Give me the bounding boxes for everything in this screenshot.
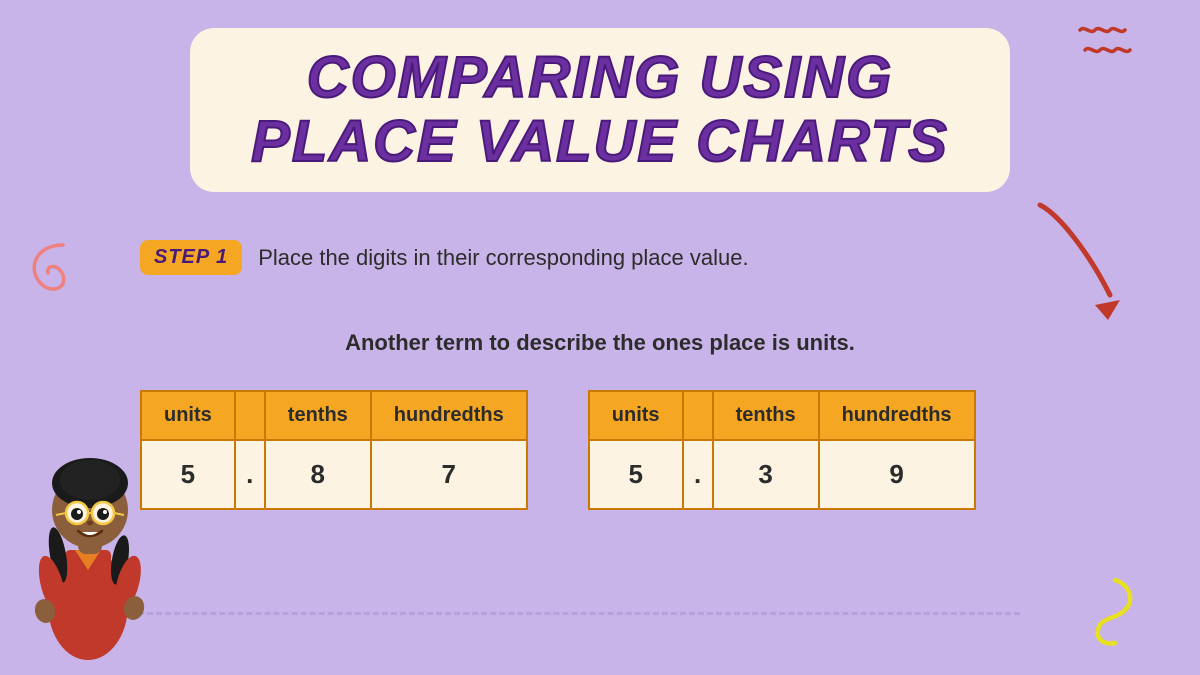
step1-text: Place the digits in their corresponding … — [258, 245, 748, 271]
squiggle-bottom-right-icon — [1080, 575, 1150, 655]
table-left-header-hundredths: hundredths — [371, 391, 527, 440]
table-left-dot-value: . — [235, 440, 265, 509]
table-right-dot-value: . — [683, 440, 713, 509]
step-badge: Step 1 — [140, 240, 242, 275]
table-left: units tenths hundredths 5 . 8 7 — [140, 390, 528, 510]
table-left-header-tenths: tenths — [265, 391, 371, 440]
step1-container: Step 1 Place the digits in their corresp… — [140, 240, 749, 275]
table-right-header-hundredths: hundredths — [819, 391, 975, 440]
title-box: COMPARING USING PLACE VALUE CHARTS — [190, 28, 1010, 192]
table-right-units-value: 5 — [589, 440, 683, 509]
squiggle-top-right-icon — [1070, 20, 1150, 80]
table-left-header-dot — [235, 391, 265, 440]
table-left-tenths-value: 8 — [265, 440, 371, 509]
table-right-header-units: units — [589, 391, 683, 440]
info-text: Another term to describe the ones place … — [345, 330, 855, 356]
character-illustration — [10, 395, 170, 675]
title-line1: COMPARING USING — [307, 45, 893, 110]
main-title: COMPARING USING PLACE VALUE CHARTS — [250, 46, 950, 174]
table-right: units tenths hundredths 5 . 3 9 — [588, 390, 976, 510]
arrow-icon — [1020, 195, 1140, 325]
dashed-line — [120, 612, 1020, 615]
table-right-tenths-value: 3 — [713, 440, 819, 509]
curl-left-icon — [18, 235, 78, 315]
table-right-header-dot — [683, 391, 713, 440]
table-right-hundredths-value: 9 — [819, 440, 975, 509]
table-right-header-tenths: tenths — [713, 391, 819, 440]
table-left-hundredths-value: 7 — [371, 440, 527, 509]
title-line2: PLACE VALUE CHARTS — [251, 109, 949, 174]
tables-container: units tenths hundredths 5 . 8 7 units te… — [140, 390, 976, 510]
